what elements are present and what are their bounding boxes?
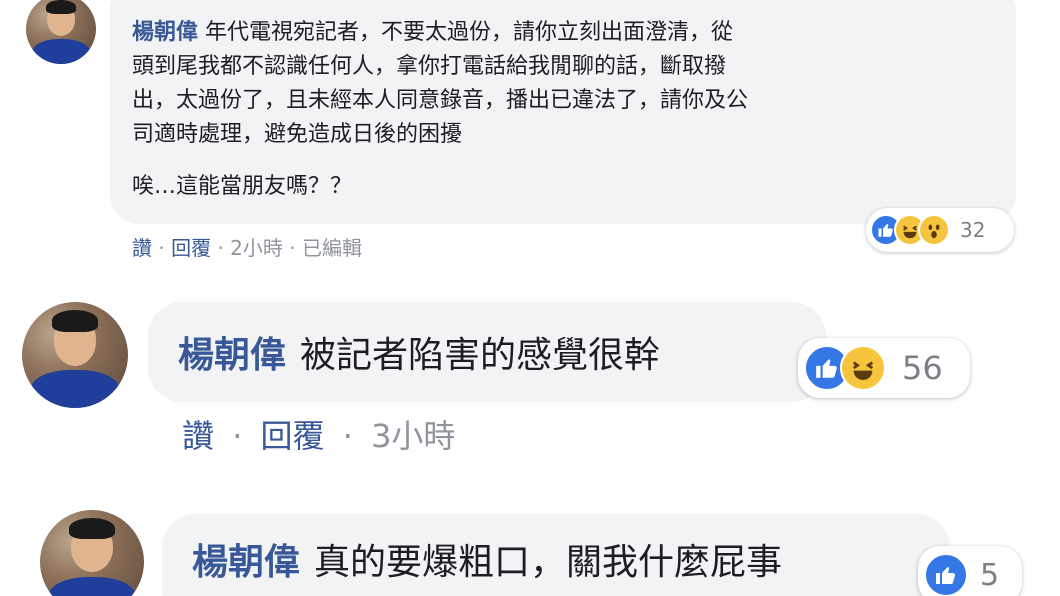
comment-author[interactable]: 楊朝偉 [132, 20, 198, 45]
comment-actions: 讚 · 回覆 · 2小時 · 已編輯 [132, 230, 362, 266]
like-icon [924, 553, 968, 596]
comment-author[interactable]: 楊朝偉 [178, 326, 286, 378]
comment-bubble: 楊朝偉 被記者陷害的感覺很幹 [148, 302, 826, 402]
comment-text-line: 年代電視宛記者，不要太過份，請你立刻出面澄清，從 [205, 20, 734, 45]
reply-link[interactable]: 回覆 [171, 236, 211, 260]
comment-text-line: 頭到尾我都不認識任何人，拿你打電話給我閒聊的話，斷取撥 [132, 54, 727, 79]
comment-timestamp[interactable]: 2小時 [230, 236, 283, 260]
reactions-summary[interactable]: 56 [798, 338, 970, 398]
comment-text: 真的要爆粗口，關我什麼屁事 [314, 542, 783, 583]
separator: · [232, 417, 243, 455]
comment-text: 被記者陷害的感覺很幹 [300, 335, 661, 376]
avatar[interactable] [40, 510, 144, 596]
reactions-summary[interactable]: 32 [866, 208, 1014, 252]
comment-actions: 讚 · 回覆 · 3小時 [182, 414, 455, 458]
comment-text-line: 出，太過份了，且未經本人同意錄音，播出已違法了，請你及公 [132, 88, 749, 113]
edited-label[interactable]: 已編輯 [302, 236, 362, 260]
comment-bubble: 楊朝偉 年代電視宛記者，不要太過份，請你立刻出面澄清，從 頭到尾我都不認識任何人… [110, 0, 1016, 224]
comment-text-line: 司適時處理，避免造成日後的困擾 [132, 122, 463, 147]
separator: · [217, 236, 224, 260]
separator: · [289, 236, 296, 260]
haha-icon [840, 345, 886, 391]
reaction-count: 5 [980, 557, 1000, 593]
comment-2: 楊朝偉 被記者陷害的感覺很幹 56 讚 · 回覆 · 3小時 [0, 290, 1060, 470]
reactions-summary[interactable]: 5 [918, 546, 1022, 596]
reaction-count: 56 [902, 349, 943, 387]
comment-3: 楊朝偉 真的要爆粗口，關我什麼屁事 5 [0, 496, 1060, 596]
comment-text-extra: 唉…這能當朋友嗎？？ [132, 174, 353, 199]
avatar[interactable] [22, 302, 128, 408]
wow-icon [918, 214, 950, 246]
reply-link[interactable]: 回覆 [261, 417, 325, 455]
like-link[interactable]: 讚 [182, 417, 214, 455]
separator: · [158, 236, 165, 260]
comment-timestamp[interactable]: 3小時 [371, 417, 455, 455]
like-link[interactable]: 讚 [132, 236, 152, 260]
avatar[interactable] [26, 0, 96, 64]
separator: · [342, 417, 353, 455]
reaction-count: 32 [960, 218, 986, 242]
comment-author[interactable]: 楊朝偉 [192, 533, 300, 585]
comment-bubble: 楊朝偉 真的要爆粗口，關我什麼屁事 [162, 514, 950, 596]
comment-1: 楊朝偉 年代電視宛記者，不要太過份，請你立刻出面澄清，從 頭到尾我都不認識任何人… [0, 0, 1060, 270]
